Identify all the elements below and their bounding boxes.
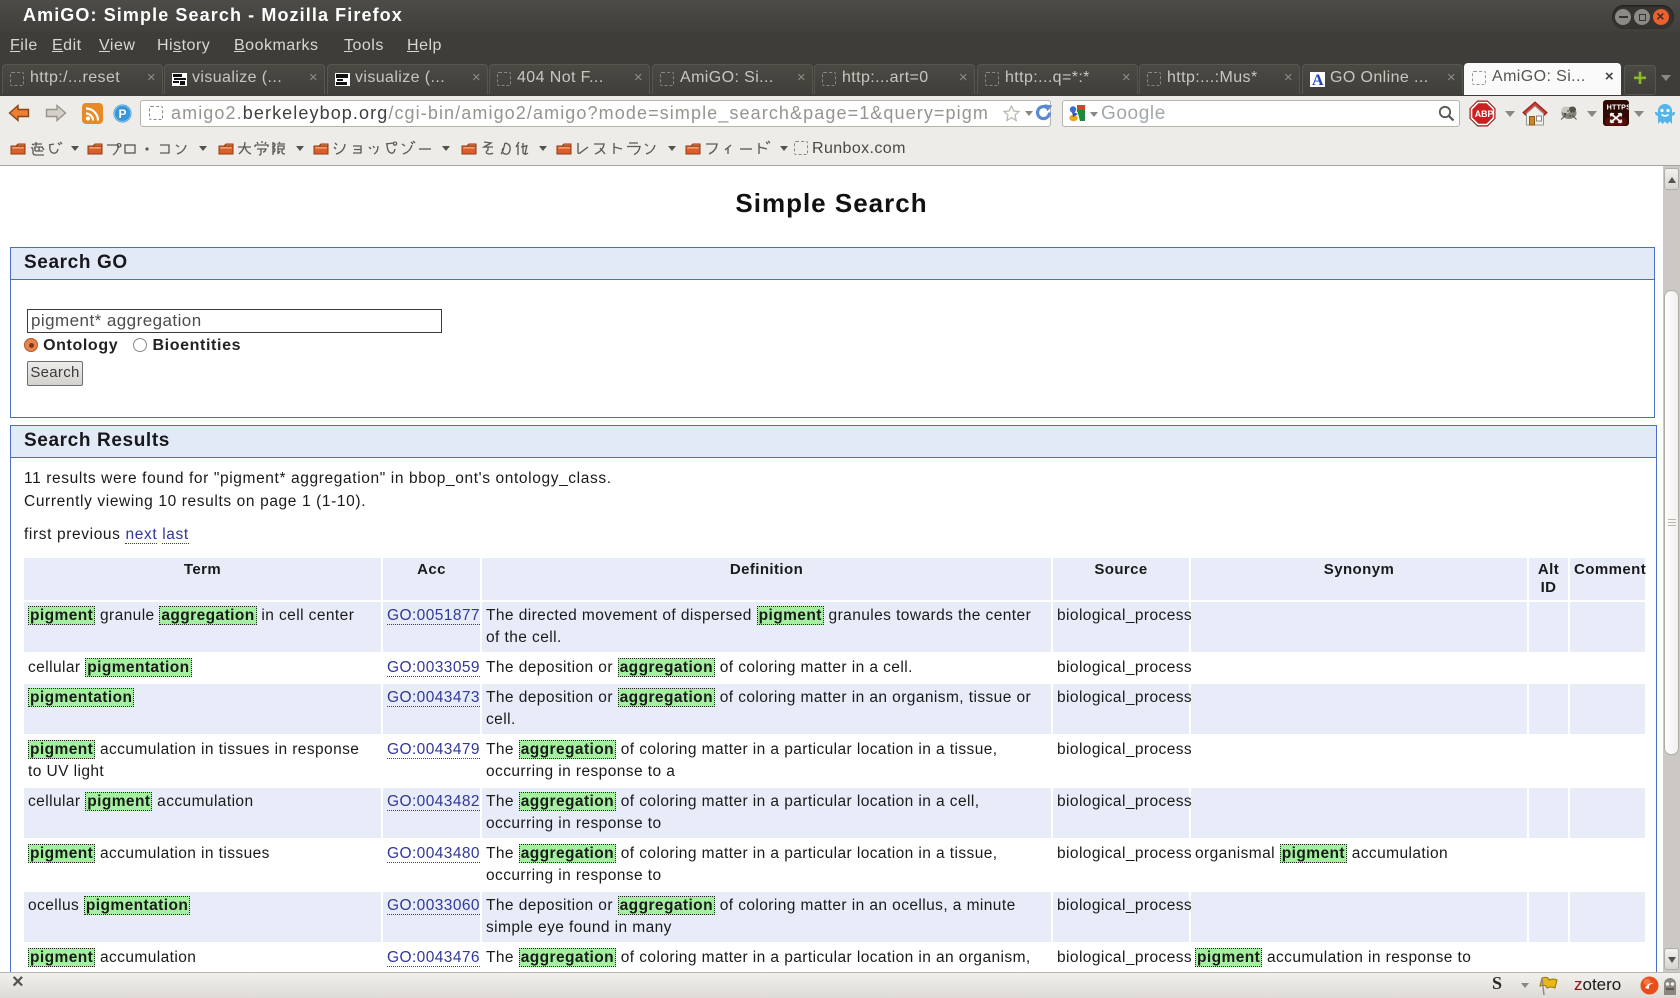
svg-text:HTTPS: HTTPS — [1607, 103, 1629, 112]
svg-text:P: P — [119, 107, 127, 121]
svg-text:A: A — [1312, 72, 1324, 87]
svg-text:ABP: ABP — [1475, 109, 1494, 119]
